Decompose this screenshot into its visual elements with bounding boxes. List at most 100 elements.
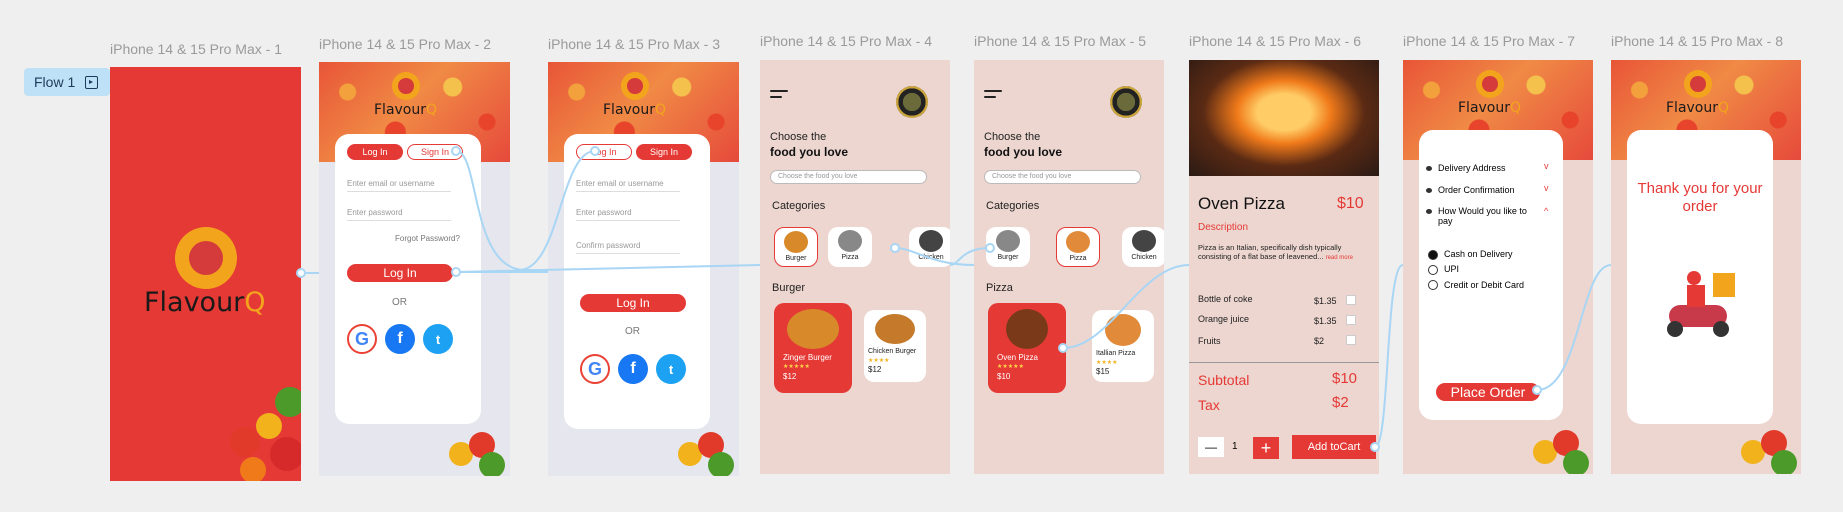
chevron-up-icon[interactable]: ^ [1544,206,1548,216]
brand-q: Q [244,287,266,318]
avatar[interactable] [896,86,928,118]
increase-quantity-button[interactable]: + [1253,437,1279,459]
payment-option[interactable]: Credit or Debit Card [1444,280,1524,290]
frame-signup[interactable]: FlavourQ Log In Sign In Enter email or u… [548,62,739,476]
food-card-chicken-burger[interactable]: Chicken Burger ★★★★ $12 [864,310,926,382]
frame-label-5[interactable]: iPhone 14 & 15 Pro Max - 5 [974,33,1146,49]
frame-detail[interactable]: Oven Pizza $10 Description Pizza is an I… [1189,60,1379,474]
radio-selected[interactable] [1428,250,1438,260]
payment-option[interactable]: UPI [1444,264,1459,274]
frame-login[interactable]: FlavourQ Log In Sign In Enter email or u… [319,62,510,476]
frame-home-burger[interactable]: Choose the food you love Choose the food… [760,60,950,474]
rating-stars: ★★★★★ [997,364,1024,370]
frame-splash[interactable]: FlavourQ [110,67,301,481]
food-card-zinger[interactable]: Zinger Burger ★★★★★ $12 [774,303,852,393]
food-card-oven-pizza[interactable]: Oven Pizza ★★★★★ $10 [988,303,1066,393]
pizza-icon [838,230,862,252]
step-label[interactable]: Order Confirmation [1438,185,1515,195]
password-field[interactable]: Enter password [576,208,680,221]
radio[interactable] [1428,265,1438,275]
frame-label-2[interactable]: iPhone 14 & 15 Pro Max - 2 [319,36,491,52]
google-icon[interactable]: G [347,324,377,354]
play-frame-icon[interactable] [85,75,99,89]
section-title: Pizza [986,282,1013,294]
food-card-italian-pizza[interactable]: Itallian Pizza ★★★★ $15 [1092,310,1154,382]
frame-home-pizza[interactable]: Choose the food you love Choose the food… [974,60,1164,474]
google-icon[interactable]: G [580,354,610,384]
menu-icon[interactable] [770,90,790,102]
login-button[interactable]: Log In [580,294,686,312]
email-field[interactable]: Enter email or username [347,179,451,192]
tab-login[interactable]: Log In [576,144,632,160]
category-chicken[interactable]: Chicken [909,227,950,267]
signup-card: Log In Sign In Enter email or username E… [564,134,710,429]
addon-price: $2 [1314,336,1325,346]
frame-checkout[interactable]: FlavourQ Delivery Address v Order Confir… [1403,60,1593,474]
twitter-icon[interactable]: t [423,324,453,354]
login-button[interactable]: Log In [347,264,453,282]
burger-icon [996,230,1020,252]
facebook-icon[interactable]: f [618,354,648,384]
payment-option[interactable]: Cash on Delivery [1444,249,1513,259]
facebook-icon[interactable]: f [385,324,415,354]
menu-icon[interactable] [984,90,1004,102]
add-to-cart-button[interactable]: Add toCart [1292,435,1376,459]
tab-signin[interactable]: Sign In [636,144,692,160]
search-input[interactable]: Choose the food you love [984,170,1141,184]
logo-icon [392,72,420,100]
connector [1374,264,1404,448]
addon-name: Orange juice [1198,314,1250,324]
tab-signin[interactable]: Sign In [407,144,463,160]
chevron-down-icon[interactable]: v [1544,183,1549,193]
tab-login[interactable]: Log In [347,144,403,160]
place-order-button[interactable]: Place Order [1436,383,1540,401]
password-field[interactable]: Enter password [347,208,451,221]
frame-label-6[interactable]: iPhone 14 & 15 Pro Max - 6 [1189,33,1361,49]
category-label: Pizza [841,254,859,261]
addon-checkbox[interactable] [1346,315,1356,325]
frame-thank-you[interactable]: FlavourQ Thank you for your order [1611,60,1801,474]
chevron-down-icon[interactable]: v [1544,161,1549,171]
brand-name: Flavour [1458,100,1511,116]
step-bullet [1426,188,1432,193]
flow-tag-label: Flow 1 [34,74,76,90]
decrease-quantity-button[interactable]: — [1198,437,1224,457]
addon-name: Bottle of coke [1198,294,1253,304]
brand-q: Q [655,102,667,118]
category-pizza[interactable]: Pizza [1056,227,1100,267]
category-burger[interactable]: Burger [986,227,1030,267]
addon-checkbox[interactable] [1346,335,1356,345]
description-text: Pizza is an Italian, specifically dish t… [1198,243,1353,261]
flow-tag[interactable]: Flow 1 [24,68,110,96]
categories-title: Categories [986,200,1040,212]
frame-label-3[interactable]: iPhone 14 & 15 Pro Max - 3 [548,36,720,52]
forgot-password-link[interactable]: Forgot Password? [395,234,460,243]
or-divider: OR [392,297,407,308]
frame-label-4[interactable]: iPhone 14 & 15 Pro Max - 4 [760,33,932,49]
email-field[interactable]: Enter email or username [576,179,680,192]
food-price: $15 [1096,367,1110,376]
addon-name: Fruits [1198,336,1221,346]
food-image [875,314,915,344]
frame-label-8[interactable]: iPhone 14 & 15 Pro Max - 8 [1611,33,1783,49]
read-more-link[interactable]: read more [1326,255,1353,261]
category-burger[interactable]: Burger [774,227,818,267]
category-chicken[interactable]: Chicken [1122,227,1164,267]
addon-price: $1.35 [1314,316,1337,326]
confirm-password-field[interactable]: Confirm password [576,241,680,254]
radio[interactable] [1428,280,1438,290]
subtotal-value: $10 [1332,370,1358,387]
step-label[interactable]: Delivery Address [1438,163,1506,173]
search-input[interactable]: Choose the food you love [770,170,927,184]
heading-line-2: food you love [984,145,1062,159]
twitter-icon[interactable]: t [656,354,686,384]
avatar[interactable] [1110,86,1142,118]
category-pizza[interactable]: Pizza [828,227,872,267]
category-label: Chicken [1131,254,1157,261]
step-label[interactable]: How Would you like to pay [1438,206,1538,226]
chicken-icon [1132,230,1156,252]
heading-line-1: Choose the [770,131,827,143]
frame-label-1[interactable]: iPhone 14 & 15 Pro Max - 1 [110,41,282,57]
frame-label-7[interactable]: iPhone 14 & 15 Pro Max - 7 [1403,33,1575,49]
addon-checkbox[interactable] [1346,295,1356,305]
